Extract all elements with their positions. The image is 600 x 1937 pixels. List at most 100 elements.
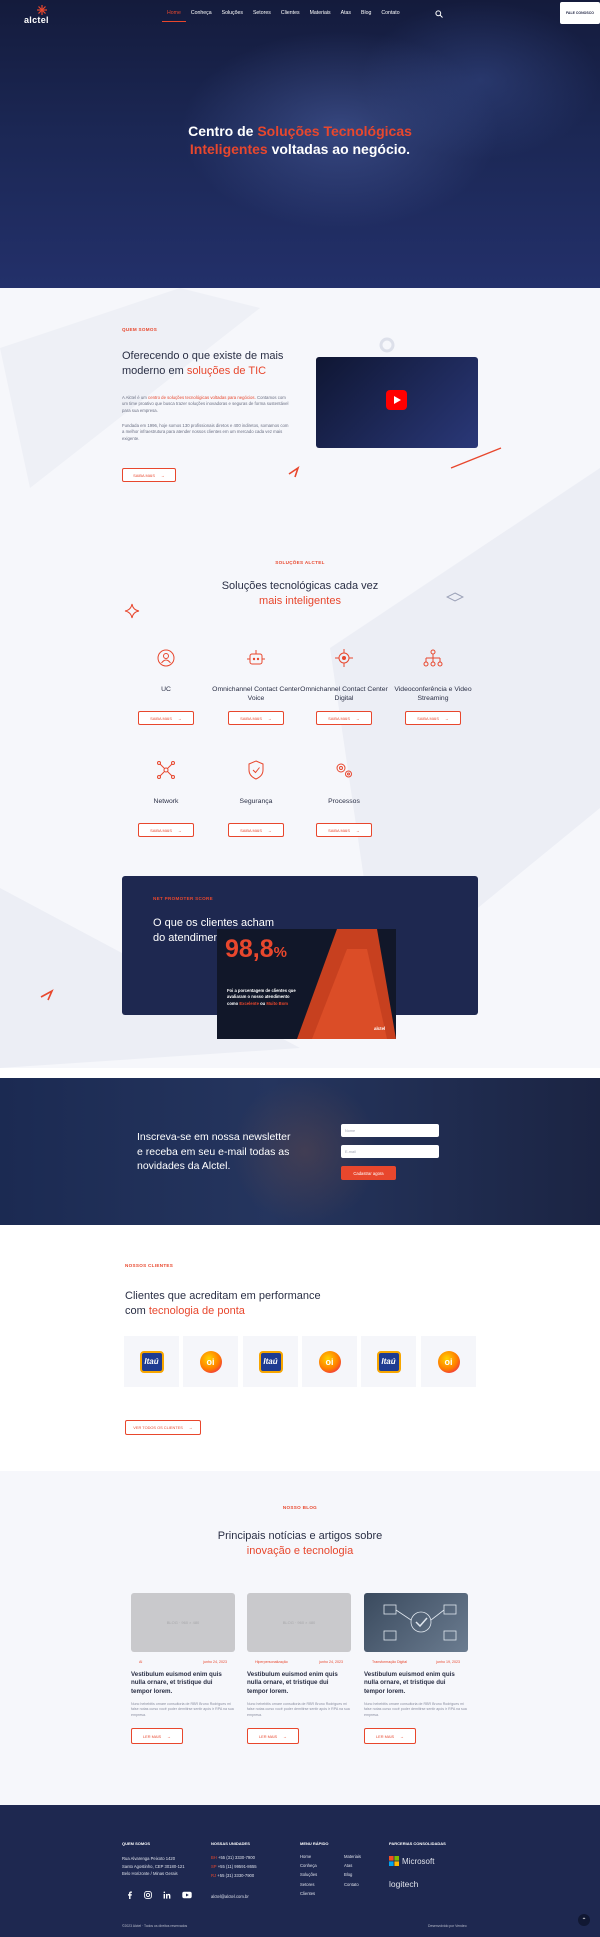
read-more-button[interactable]: LER MAIS → (364, 1728, 416, 1745)
read-more-button[interactable]: LER MAIS → (131, 1728, 183, 1745)
arrow-right-icon: → (177, 827, 182, 833)
arrow-right-icon: → (444, 715, 449, 721)
solution-card-processes: Processos SAIBA MAIS → (300, 760, 388, 837)
facebook-icon[interactable] (126, 1891, 133, 1899)
chevron-up-icon: ⌃ (581, 1917, 587, 1924)
newsletter-email-field[interactable]: E-mail (341, 1145, 439, 1158)
post-date: junho 24, 2023 (319, 1660, 343, 1664)
footer-address: Rua Alvarenga Peixoto 1420 Santo Agostinh… (122, 1856, 185, 1877)
post-date: junho 24, 2023 (203, 1660, 227, 1664)
search-icon[interactable] (435, 10, 443, 18)
footer-link[interactable]: Conheça (300, 1861, 317, 1870)
blog-heading: Principais notícias e artigos sobre inova… (217, 1530, 383, 1557)
post-title[interactable]: Vestibulum euismod enim quis nulla ornar… (364, 1671, 468, 1696)
blog-eyebrow: NOSSO BLOG (282, 1505, 318, 1510)
post-thumbnail[interactable]: BLOG · 960 × 480 (131, 1593, 235, 1652)
footer-developer[interactable]: Desenvolvido por Vendeo (428, 1924, 467, 1928)
footer-partners-title: PARCERIAS CONSOLIDADAS (389, 1841, 446, 1846)
footer-link[interactable]: Clientes (300, 1889, 317, 1898)
solution-label: Segurança (239, 798, 273, 805)
post-thumbnail[interactable] (364, 1593, 468, 1652)
video-player[interactable] (316, 357, 478, 448)
all-clients-button[interactable]: VER TODOS OS CLIENTES → (125, 1420, 201, 1435)
solution-more-button[interactable]: SAIBA MAIS → (138, 711, 194, 725)
nav-contato[interactable]: Contato (376, 10, 404, 22)
nav-solucoes[interactable]: Soluções (217, 10, 248, 22)
tech-hand-image (383, 1604, 457, 1641)
hero-title: Centro de Soluções Tecnológicas Intelige… (188, 123, 412, 157)
clients-eyebrow: NOSSOS CLIENTES (125, 1263, 174, 1268)
newsletter-heading: Inscreva-se em nossa newsletter e receba … (137, 1131, 291, 1173)
solution-label: Processos (328, 798, 360, 805)
footer-link[interactable]: Home (300, 1852, 317, 1861)
client-logo-itau: Itaú (124, 1336, 179, 1387)
nav-materiais[interactable]: Materiais (305, 10, 336, 22)
solution-more-button[interactable]: SAIBA MAIS → (316, 711, 372, 725)
blog-post-card: Transformação Digital junho 19, 2023 Vest… (364, 1593, 468, 1745)
footer-link[interactable]: Atas (344, 1861, 361, 1870)
footer-units: BH +55 (31) 3330-7900 SP +55 (11) 99591-… (211, 1855, 257, 1879)
post-title[interactable]: Vestibulum euismod enim quis nulla ornar… (247, 1671, 351, 1696)
nav-atas[interactable]: Atas (336, 10, 356, 22)
social-links (126, 1891, 192, 1899)
post-category[interactable]: Hiperpersonalização (255, 1660, 288, 1664)
post-category[interactable]: AI (139, 1660, 142, 1664)
youtube-icon[interactable] (182, 1891, 192, 1899)
solution-card-video: Videoconferência e Video Streaming SAIBA… (389, 648, 477, 725)
hero-section: alctel Home Conheça Soluções Setores Cli… (0, 0, 600, 288)
about-heading: Oferecendo o que existe de mais moderno e… (122, 350, 284, 377)
arrow-right-icon: → (188, 1425, 193, 1430)
post-date: junho 19, 2023 (436, 1660, 460, 1664)
post-thumbnail[interactable]: BLOG · 960 × 480 (247, 1593, 351, 1652)
robot-icon (247, 650, 265, 665)
about-paragraph-2: Fundada em 1996, hoje somos 130 profissi… (122, 423, 289, 441)
about-paragraph-1: A Alctel é um centro de soluções tecnoló… (122, 395, 289, 413)
solution-more-button[interactable]: SAIBA MAIS → (405, 711, 461, 725)
back-to-top-button[interactable]: ⌃ (578, 1914, 590, 1926)
footer-link[interactable]: Setores (300, 1880, 317, 1889)
footer-link[interactable]: Contato (344, 1880, 361, 1889)
solution-more-button[interactable]: SAIBA MAIS → (138, 823, 194, 837)
solution-card-network: Network SAIBA MAIS → (122, 760, 210, 837)
chevron-deco-icon (288, 466, 300, 478)
post-category[interactable]: Transformação Digital (372, 1660, 407, 1664)
solution-card-uc: UC SAIBA MAIS → (122, 648, 210, 725)
post-excerpt: Nunc hebebitis ornare consultoria de RBR… (131, 1702, 234, 1717)
solution-label: Omnichannel Contact Center Digital (300, 686, 388, 703)
newsletter-submit-button[interactable]: Cadastrar agora (341, 1166, 396, 1180)
nav-conheca[interactable]: Conheça (186, 10, 217, 22)
nav-setores[interactable]: Setores (248, 10, 276, 22)
read-more-button[interactable]: LER MAIS → (247, 1728, 299, 1745)
post-title[interactable]: Vestibulum euismod enim quis nulla ornar… (131, 1671, 235, 1696)
alctel-logo[interactable]: alctel (24, 5, 58, 25)
sparkle-deco-icon (124, 603, 140, 619)
arrow-right-icon: → (167, 1733, 172, 1739)
nps-caption: Foi a porcentagem de clientes que avaliar… (227, 988, 296, 1006)
linkedin-icon[interactable] (163, 1891, 171, 1899)
blog-post-card: BLOG · 960 × 480 AI junho 24, 2023 Vestib… (131, 1593, 235, 1745)
footer-link[interactable]: Soluções (300, 1870, 317, 1879)
newsletter-name-field[interactable]: Nome (341, 1124, 439, 1137)
footer-link[interactable]: Materiais (344, 1852, 361, 1861)
instagram-icon[interactable] (144, 1891, 152, 1899)
footer-units-title: NOSSAS UNIDADES (211, 1841, 250, 1846)
blog-post-card: BLOG · 960 × 480 Hiperpersonalização junh… (247, 1593, 351, 1745)
solution-more-button[interactable]: SAIBA MAIS → (228, 823, 284, 837)
contact-button[interactable]: FALE CONOSCO (560, 2, 600, 24)
solution-more-button[interactable]: SAIBA MAIS → (228, 711, 284, 725)
footer-link[interactable]: Blog (344, 1870, 361, 1879)
footer-email[interactable]: alctel@alctel.com.br (211, 1892, 249, 1901)
nav-clientes[interactable]: Clientes (276, 10, 305, 22)
logo-mark-icon (37, 5, 47, 15)
post-excerpt: Nunc hebebitis ornare consultoria de RBR… (364, 1702, 467, 1717)
nps-image: 98,8% Foi a porcentagem de clientes que a… (217, 929, 396, 1039)
about-more-button[interactable]: SAIBA MAIS → (122, 468, 176, 482)
solution-more-button[interactable]: SAIBA MAIS → (316, 823, 372, 837)
client-logo-oi: oi (183, 1336, 238, 1387)
shield-icon (248, 760, 264, 780)
nav-home[interactable]: Home (162, 10, 186, 22)
play-icon[interactable] (386, 390, 407, 410)
arrow-right-icon: → (355, 715, 360, 721)
nps-brand: alctel (374, 1026, 386, 1031)
nav-blog[interactable]: Blog (356, 10, 376, 22)
